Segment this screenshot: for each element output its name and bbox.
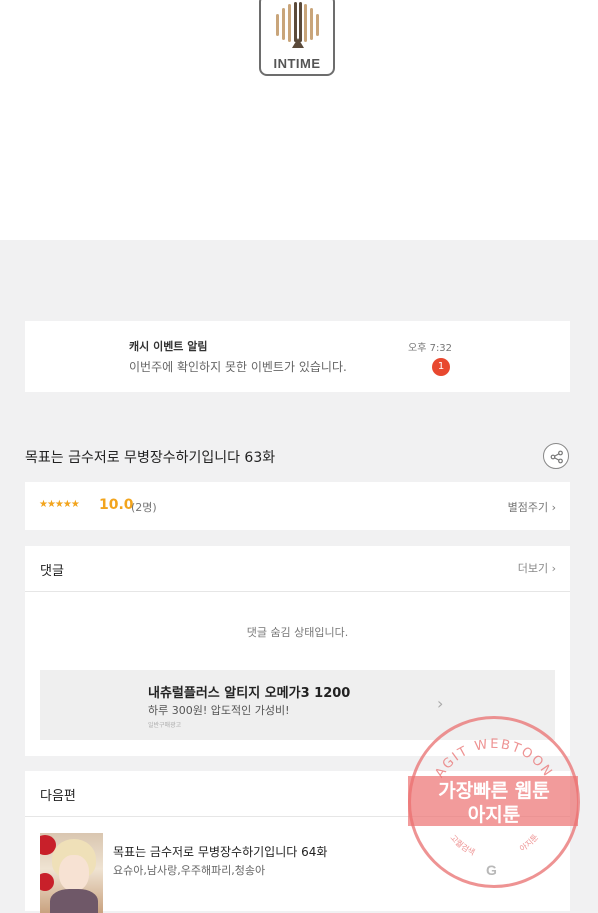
notification-title: 캐시 이벤트 알림 [129, 340, 208, 353]
intime-logo: INTIME [259, 0, 335, 76]
watermark-bottom-left: 고퀄검색 [448, 833, 476, 857]
agit-webtoon-watermark: AGIT WEBTOON 고퀄검색 아지툰 가장빠른 웹툰 아지툰 G [408, 716, 580, 888]
google-g-icon: G [486, 862, 497, 878]
watermark-bottom-right: 아지툰 [518, 833, 541, 854]
comments-title: 댓글 [40, 564, 64, 579]
svg-text:고퀄검색: 고퀄검색 [448, 833, 476, 857]
ad-source: 일반구매광고 [148, 722, 182, 729]
notification-badge: 1 [432, 358, 450, 376]
rating-count: (2명) [131, 501, 157, 514]
rating-card: ★★★★★ 10.0 (2명) 별점주기 › [25, 482, 570, 530]
logo-text: INTIME [273, 56, 321, 71]
watermark-line2: 아지툰 [467, 804, 521, 826]
next-episode-title[interactable]: 목표는 금수저로 무병장수하기입니다 64화 [113, 843, 327, 860]
comments-hidden-message: 댓글 숨김 상태입니다. [246, 626, 349, 639]
rating-score: 10.0 [99, 497, 134, 513]
svg-text:AGIT WEBTOON: AGIT WEBTOON [432, 737, 555, 781]
chevron-right-icon: › [437, 694, 444, 713]
notification-message: 이번주에 확인하지 못한 이벤트가 있습니다. [129, 360, 347, 374]
watermark-arc-top: AGIT WEBTOON [432, 737, 553, 781]
rating-stars: ★★★★★ [39, 499, 80, 510]
share-button[interactable] [543, 443, 569, 469]
comments-header: 댓글 더보기 › [25, 546, 570, 592]
cash-event-notification[interactable]: 캐시 이벤트 알림 이번주에 확인하지 못한 이벤트가 있습니다. 오후 7:3… [25, 321, 570, 392]
watermark-line1: 가장빠른 웹툰 [438, 780, 550, 802]
ad-title: 내츄럴플러스 알티지 오메가3 1200 [148, 686, 351, 701]
next-episode-section-title: 다음편 [40, 789, 76, 804]
notification-time: 오후 7:32 [408, 343, 453, 354]
rate-button[interactable]: 별점주기 › [508, 499, 556, 515]
share-icon [550, 450, 563, 464]
comments-more-link[interactable]: 더보기 › [518, 560, 556, 576]
episode-title: 목표는 금수저로 무병장수하기입니다 63화 [25, 450, 276, 466]
ad-subtitle: 하루 300원! 압도적인 가성비! [148, 704, 290, 717]
next-episode-thumbnail[interactable] [40, 833, 103, 913]
svg-text:아지툰: 아지툰 [518, 833, 541, 854]
next-episode-authors: 요슈아,남사랑,우주해파리,청송아 [113, 864, 266, 877]
